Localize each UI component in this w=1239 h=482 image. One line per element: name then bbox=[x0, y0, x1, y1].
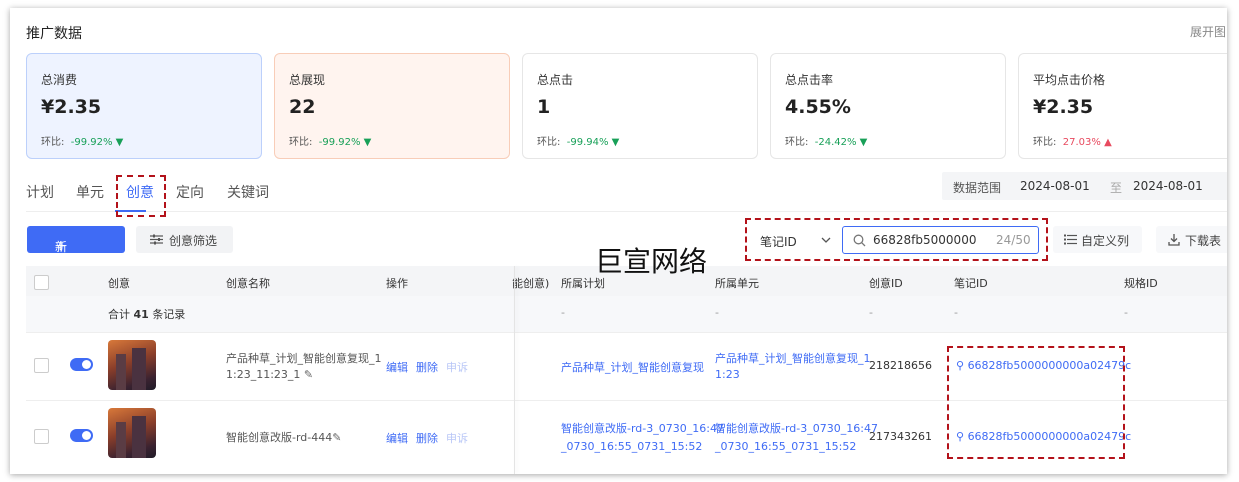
date-end[interactable]: 2024-08-01 bbox=[1133, 179, 1203, 193]
summary-row bbox=[26, 296, 1227, 333]
new-creative-button[interactable]: + 新建创意 bbox=[27, 226, 125, 305]
metric-value: ¥2.35 bbox=[41, 96, 102, 118]
header-creative-name: 创意名称 bbox=[226, 277, 270, 290]
summary-dash: - bbox=[869, 306, 873, 319]
unit-link[interactable]: 产品种草_计划_智能创意复现_1 1:23 bbox=[715, 351, 871, 383]
creative-name: 智能创意改版-rd-444✎ bbox=[226, 431, 342, 444]
header-partial: 能创意) bbox=[512, 277, 550, 290]
date-separator: 至 bbox=[1110, 181, 1123, 195]
list-settings-icon bbox=[1064, 234, 1077, 245]
edit-pencil-icon[interactable]: ✎ bbox=[332, 431, 341, 444]
creative-id: 218218656 bbox=[869, 359, 932, 372]
metric-card-total-cost[interactable]: 总消费 ¥2.35 环比: -99.92% ▼ bbox=[26, 53, 262, 159]
metric-compare: 环比: 27.03% ▲ bbox=[1033, 137, 1112, 148]
header-operations: 操作 bbox=[386, 277, 408, 290]
highlight-box-search bbox=[745, 218, 1048, 261]
metric-compare: 环比: -99.94% ▼ bbox=[537, 137, 620, 148]
trend-down-icon: ▼ bbox=[363, 137, 372, 148]
creative-id: 217343261 bbox=[869, 430, 932, 443]
metric-card-clicks[interactable]: 总点击 1 环比: -99.94% ▼ bbox=[522, 53, 758, 159]
row-checkbox[interactable] bbox=[34, 358, 49, 373]
appeal-link: 申诉 bbox=[446, 361, 468, 374]
tab-unit[interactable]: 单元 bbox=[76, 182, 104, 202]
edit-link[interactable]: 编辑 bbox=[386, 359, 408, 375]
summary-dash: - bbox=[1124, 306, 1128, 319]
creative-thumbnail[interactable] bbox=[108, 340, 156, 390]
metric-value: 22 bbox=[289, 96, 316, 118]
highlight-box-note-id bbox=[947, 346, 1125, 459]
creative-name: 产品种草_计划_智能创意复现_1 1:23_11:23_1 ✎ bbox=[226, 352, 382, 381]
tab-plan[interactable]: 计划 bbox=[26, 182, 54, 202]
download-button[interactable]: 下载表 bbox=[1156, 226, 1227, 253]
tabs-divider bbox=[26, 211, 1227, 212]
header-note-id: 笔记ID bbox=[954, 277, 988, 290]
plan-link[interactable]: 智能创意改版-rd-3_0730_16:47 _0730_16:55_0731_… bbox=[561, 420, 724, 456]
metric-value: ¥2.35 bbox=[1033, 96, 1094, 118]
download-icon bbox=[1168, 234, 1180, 246]
edit-pencil-icon[interactable]: ✎ bbox=[304, 368, 313, 381]
metric-card-ctr[interactable]: 总点击率 4.55% 环比: -24.42% ▼ bbox=[770, 53, 1006, 159]
edit-link[interactable]: 编辑 bbox=[386, 430, 408, 446]
filter-icon bbox=[150, 234, 163, 245]
section-title: 推广数据 bbox=[26, 26, 82, 42]
tab-targeting[interactable]: 定向 bbox=[176, 182, 204, 202]
metric-value: 4.55% bbox=[785, 96, 851, 118]
date-range-picker[interactable]: 数据范围 2024-08-01 至 2024-08-01 bbox=[942, 172, 1227, 200]
metric-label: 总点击 bbox=[537, 73, 574, 87]
metric-label: 平均点击价格 bbox=[1033, 73, 1106, 87]
promotion-panel: 推广数据 展开图 总消费 ¥2.35 环比: -99.92% ▼ 总展现 22 … bbox=[10, 8, 1227, 474]
status-toggle[interactable] bbox=[70, 429, 93, 442]
trend-down-icon: ▼ bbox=[611, 137, 620, 148]
row-checkbox[interactable] bbox=[34, 429, 49, 444]
unit-link[interactable]: 智能创意改版-rd-3_0730_16:47 _0730_16:55_0731_… bbox=[715, 420, 878, 456]
frozen-column-divider bbox=[514, 266, 515, 474]
appeal-link: 申诉 bbox=[446, 432, 468, 445]
metric-label: 总消费 bbox=[41, 73, 78, 87]
plan-link[interactable]: 产品种草_计划_智能创意复现 bbox=[561, 359, 704, 375]
summary-dash: - bbox=[715, 306, 719, 319]
trend-down-icon: ▼ bbox=[859, 137, 868, 148]
header-unit: 所属单元 bbox=[715, 277, 759, 290]
metric-compare: 环比: -99.92% ▼ bbox=[289, 137, 372, 148]
delete-link[interactable]: 删除 bbox=[416, 430, 438, 446]
trend-down-icon: ▼ bbox=[115, 137, 124, 148]
summary-text: 合计 41 条记录 bbox=[108, 308, 186, 321]
metric-card-impressions[interactable]: 总展现 22 环比: -99.92% ▼ bbox=[274, 53, 510, 159]
date-start[interactable]: 2024-08-01 bbox=[1020, 179, 1090, 193]
trend-up-icon: ▲ bbox=[1104, 137, 1112, 148]
tab-keywords[interactable]: 关键词 bbox=[227, 182, 269, 202]
summary-dash: - bbox=[561, 306, 565, 319]
metric-value: 1 bbox=[537, 96, 551, 118]
expand-chart-link[interactable]: 展开图 bbox=[1190, 23, 1226, 40]
header-spec-id: 规格ID bbox=[1124, 277, 1158, 290]
select-all-checkbox[interactable] bbox=[34, 275, 49, 290]
creative-filter-button[interactable]: 创意筛选 bbox=[136, 226, 233, 253]
metric-label: 总点击率 bbox=[785, 73, 834, 87]
summary-dash: - bbox=[954, 306, 958, 319]
watermark-text: 巨宣网络 bbox=[595, 245, 708, 278]
custom-columns-button[interactable]: 自定义列 bbox=[1053, 226, 1142, 253]
header-creative-id: 创意ID bbox=[869, 277, 903, 290]
header-creative: 创意 bbox=[108, 277, 130, 290]
highlight-box-tab bbox=[116, 175, 166, 217]
date-range-label: 数据范围 bbox=[953, 181, 1002, 195]
status-toggle[interactable] bbox=[70, 358, 93, 371]
metric-label: 总展现 bbox=[289, 73, 326, 87]
delete-link[interactable]: 删除 bbox=[416, 359, 438, 375]
metric-compare: 环比: -99.92% ▼ bbox=[41, 137, 124, 148]
metric-compare: 环比: -24.42% ▼ bbox=[785, 137, 868, 148]
metric-card-avg-cpc[interactable]: 平均点击价格 ¥2.35 环比: 27.03% ▲ bbox=[1018, 53, 1227, 159]
creative-thumbnail[interactable] bbox=[108, 408, 156, 458]
